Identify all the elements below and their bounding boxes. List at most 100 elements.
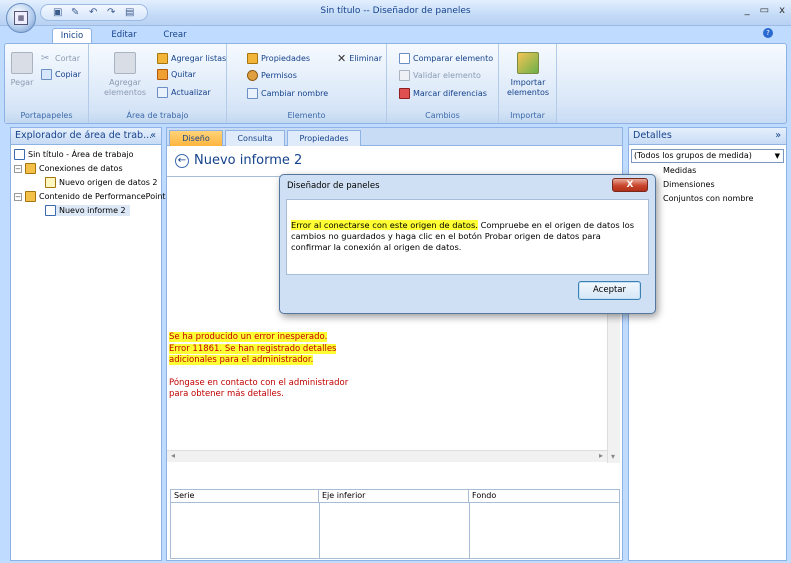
refresh-icon — [157, 87, 168, 98]
tab-editar[interactable]: Editar — [104, 28, 144, 43]
back-arrow-icon[interactable]: ← — [175, 153, 189, 168]
import-elements-button[interactable]: Importar elementos — [503, 52, 553, 98]
app-logo-icon: ▦ — [14, 11, 28, 25]
office-button[interactable]: ▦ — [6, 3, 36, 33]
tree-item-content[interactable]: − Contenido de PerformancePoint — [14, 191, 166, 202]
report-icon — [45, 205, 56, 216]
scroll-right-icon[interactable]: ▸ — [599, 451, 603, 460]
group-label-changes: Cambios — [387, 109, 498, 123]
details-header: Detalles » — [629, 128, 786, 145]
add-elements-label: Agregar elementos — [103, 78, 147, 97]
import-icon — [517, 52, 539, 74]
scroll-down-icon[interactable]: ▾ — [611, 452, 615, 461]
maximize-button[interactable]: ▭ — [760, 5, 769, 16]
details-item-named-sets[interactable]: Conjuntos con nombre — [663, 194, 753, 203]
add-elements-button[interactable]: Agregar elementos — [103, 52, 147, 98]
expand-right-button[interactable]: » — [775, 128, 781, 144]
details-title: Detalles — [633, 130, 672, 141]
tab-crear[interactable]: Crear — [155, 28, 195, 43]
contact-line: para obtener más detalles. — [169, 389, 284, 399]
paste-button[interactable]: Pegar — [9, 52, 35, 88]
tree-item-report[interactable]: Nuevo informe 2 — [45, 205, 130, 216]
editor-tabs: Diseño Consulta Propiedades — [167, 128, 622, 146]
workspace-explorer-title: Explorador de área de trab... — [15, 130, 153, 141]
details-label: Dimensiones — [663, 180, 715, 189]
help-icon[interactable]: ? — [763, 28, 773, 38]
dialog-close-button[interactable]: X — [612, 178, 648, 192]
compare-label: Comparar elemento — [413, 54, 494, 63]
grid-header-background: Fondo — [469, 490, 619, 503]
grid-header-axis: Eje inferior — [319, 490, 469, 503]
group-changes: Comparar elemento Validar elemento Marca… — [387, 44, 499, 123]
remove-icon — [157, 69, 168, 80]
collapse-icon[interactable]: − — [14, 164, 22, 173]
group-element: Propiedades ✕ Eliminar Permisos Cambiar … — [227, 44, 387, 123]
error-line: Error 11861. Se han registrado detalles — [169, 343, 337, 354]
close-window-button[interactable]: x — [779, 5, 785, 16]
tab-query[interactable]: Consulta — [225, 130, 285, 146]
copy-icon — [41, 69, 52, 80]
scroll-left-icon[interactable]: ◂ — [171, 451, 175, 460]
error-message: Se ha producido un error inesperado. Err… — [169, 332, 348, 401]
permissions-button[interactable]: Permisos — [247, 70, 297, 81]
error-line: Se ha producido un error inesperado. — [169, 332, 328, 342]
window-controls: _ ▭ x — [745, 5, 785, 16]
measure-group-dropdown[interactable]: (Todos los grupos de medida) ▼ — [631, 149, 784, 163]
details-item-dimensions[interactable]: Dimensiones — [663, 180, 715, 189]
ok-button[interactable]: Aceptar — [578, 281, 641, 300]
validate-label: Validar elemento — [413, 71, 481, 80]
chevron-down-icon[interactable]: ▼ — [775, 150, 780, 162]
horizontal-scrollbar[interactable]: ◂ ▸ — [167, 450, 607, 462]
workspace-explorer: Explorador de área de trab... « Sin títu… — [10, 127, 166, 561]
tree-label: Contenido de PerformancePoint — [39, 192, 166, 201]
cut-label: Cortar — [55, 54, 81, 63]
delete-button[interactable]: ✕ Eliminar — [337, 52, 382, 65]
grid-header-series: Serie — [171, 490, 319, 503]
clipboard-icon — [11, 52, 33, 74]
copy-button[interactable]: Copiar — [41, 69, 81, 80]
properties-label: Propiedades — [261, 54, 311, 63]
collapse-icon[interactable]: − — [14, 192, 22, 201]
ribbon: Pegar ✂ Cortar Copiar Portapapeles Agreg… — [4, 43, 787, 124]
minimize-button[interactable]: _ — [745, 5, 750, 16]
remove-button[interactable]: Quitar — [157, 69, 196, 80]
validate-element-button[interactable]: Validar elemento — [399, 70, 481, 81]
permissions-label: Permisos — [261, 71, 297, 80]
add-lists-icon — [157, 53, 168, 64]
details-item-measures[interactable]: Medidas — [663, 166, 696, 175]
contact-line: Póngase en contacto con el administrador — [169, 377, 349, 388]
refresh-button[interactable]: Actualizar — [157, 87, 211, 98]
properties-icon — [247, 53, 258, 64]
rename-button[interactable]: Cambiar nombre — [247, 88, 328, 99]
paste-label: Pegar — [10, 78, 34, 87]
folder-icon — [25, 163, 36, 174]
tree-item-data-connections[interactable]: − Conexiones de datos — [14, 163, 123, 174]
folder-icon — [25, 191, 36, 202]
grid-divider — [319, 503, 320, 558]
tab-properties[interactable]: Propiedades — [287, 130, 361, 146]
cut-button[interactable]: ✂ Cortar — [41, 53, 80, 64]
tab-inicio[interactable]: Inicio — [52, 28, 92, 43]
group-clipboard: Pegar ✂ Cortar Copiar Portapapeles — [5, 44, 89, 123]
series-axis-grid: Serie Eje inferior Fondo — [170, 489, 620, 559]
error-dialog: Diseñador de paneles X Error al conectar… — [279, 174, 656, 314]
validate-icon — [399, 70, 410, 81]
tree-item-data-source[interactable]: Nuevo origen de datos 2 — [45, 177, 158, 188]
add-lists-button[interactable]: Agregar listas — [157, 53, 226, 64]
remove-label: Quitar — [171, 70, 196, 79]
permissions-icon — [247, 70, 258, 81]
mark-differences-button[interactable]: Marcar diferencias — [399, 88, 487, 99]
group-workspace: Agregar elementos Agregar listas Quitar … — [89, 44, 227, 123]
properties-button[interactable]: Propiedades — [247, 53, 310, 64]
rename-label: Cambiar nombre — [261, 89, 329, 98]
compare-element-button[interactable]: Comparar elemento — [399, 53, 493, 64]
ribbon-tabs: Inicio Editar Crear ? — [0, 26, 791, 43]
delete-label: Eliminar — [349, 54, 382, 63]
tree-item-workspace[interactable]: Sin título - Área de trabajo — [14, 149, 134, 160]
dropdown-value: (Todos los grupos de medida) — [634, 151, 752, 160]
report-title: Nuevo informe 2 — [194, 153, 303, 168]
group-label-element: Elemento — [227, 109, 386, 123]
collapse-left-button[interactable]: « — [150, 128, 156, 144]
tab-design[interactable]: Diseño — [169, 130, 223, 146]
dialog-title: Diseñador de paneles — [287, 181, 380, 191]
